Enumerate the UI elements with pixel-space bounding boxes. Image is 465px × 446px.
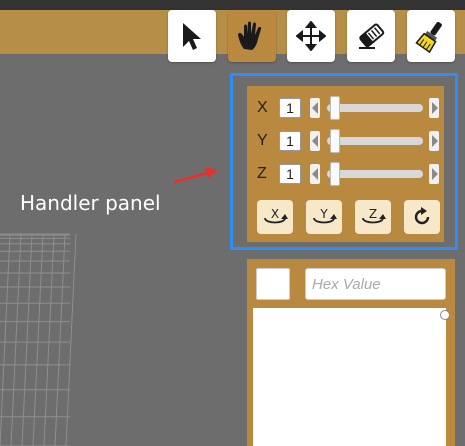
- slider-x-track[interactable]: [327, 104, 423, 112]
- pan-tool-button[interactable]: [228, 10, 276, 62]
- svg-text:Y: Y: [319, 207, 328, 221]
- axis-value-z[interactable]: 1: [279, 164, 301, 184]
- increase-x-arrow[interactable]: [429, 98, 439, 118]
- increase-z-arrow[interactable]: [429, 164, 439, 184]
- axis-row-y: Y 1: [247, 129, 444, 153]
- decrease-z-arrow[interactable]: [310, 164, 320, 184]
- rotate-x-button[interactable]: X: [257, 200, 293, 234]
- paint-brush-icon: [415, 21, 442, 53]
- color-panel: [247, 259, 455, 446]
- annotation-arrow-icon: [173, 167, 218, 184]
- axis-value-x[interactable]: 1: [279, 98, 301, 118]
- slider-y-track[interactable]: [327, 137, 423, 145]
- rotate-z-icon: Z: [362, 207, 386, 224]
- decrease-y-arrow[interactable]: [310, 131, 320, 151]
- svg-text:X: X: [271, 207, 279, 221]
- slider-z-thumb[interactable]: [329, 162, 340, 186]
- erase-tool-button[interactable]: [347, 10, 395, 62]
- window-top-strip: [0, 0, 465, 10]
- move-tool-button[interactable]: [287, 10, 335, 62]
- axis-row-x: X 1: [247, 96, 444, 120]
- color-picker-handle[interactable]: [440, 310, 450, 320]
- increase-y-arrow[interactable]: [429, 131, 439, 151]
- slider-z-track[interactable]: [327, 170, 423, 178]
- rotate-y-button[interactable]: Y: [306, 200, 342, 234]
- axis-label-y: Y: [257, 132, 268, 149]
- color-picker-area[interactable]: [253, 308, 450, 446]
- hand-icon: [238, 21, 262, 50]
- paint-tool-button[interactable]: [407, 10, 455, 62]
- rotate-y-icon: Y: [313, 207, 337, 224]
- axis-row-z: Z 1: [247, 162, 444, 186]
- svg-text:Z: Z: [369, 207, 377, 221]
- rotate-z-button[interactable]: Z: [355, 200, 391, 234]
- decrease-x-arrow[interactable]: [310, 98, 320, 118]
- axis-label-x: X: [257, 99, 268, 116]
- reset-rotation-button[interactable]: [404, 200, 440, 234]
- handler-panel: X 1 Y 1 Z 1 X Y Z: [247, 86, 444, 242]
- cursor-arrow-icon: [183, 23, 201, 50]
- annotation-label: Handler panel: [20, 191, 161, 215]
- axis-label-z: Z: [257, 165, 267, 182]
- eraser-icon: [359, 23, 385, 49]
- slider-y-thumb[interactable]: [329, 129, 340, 153]
- axis-value-y[interactable]: 1: [279, 131, 301, 151]
- refresh-icon: [414, 207, 430, 225]
- select-tool-button[interactable]: [168, 10, 216, 62]
- hex-value-input[interactable]: [305, 268, 446, 300]
- color-swatch[interactable]: [256, 268, 290, 300]
- slider-x-thumb[interactable]: [329, 96, 340, 120]
- move-arrows-icon: [296, 21, 326, 51]
- rotate-x-icon: X: [264, 207, 288, 224]
